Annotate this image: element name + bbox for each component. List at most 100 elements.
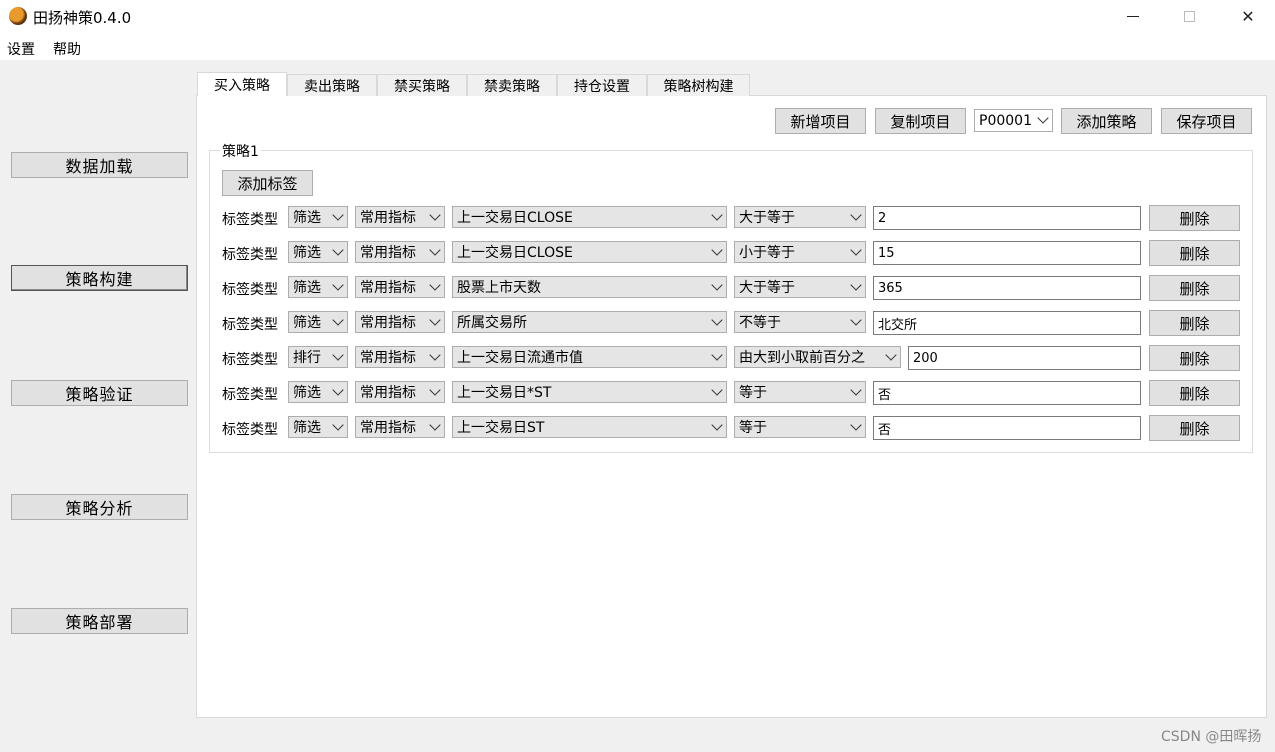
value-input[interactable]: 200 xyxy=(908,346,1141,370)
value-input[interactable]: 15 xyxy=(873,241,1141,265)
operator-value: 等于 xyxy=(739,385,767,401)
tag-type-select[interactable]: 筛选 xyxy=(288,311,348,333)
indicator-category-select[interactable]: 常用指标 xyxy=(355,311,445,333)
indicator-category-select[interactable]: 常用指标 xyxy=(355,276,445,298)
indicator-value: 上一交易日ST xyxy=(457,420,545,436)
indicator-value: 上一交易日*ST xyxy=(457,385,552,401)
value-input[interactable]: 北交所 xyxy=(873,311,1141,335)
indicator-category-value: 常用指标 xyxy=(360,245,416,261)
chevron-down-icon xyxy=(850,419,862,431)
delete-tag-button[interactable]: 删除 xyxy=(1149,310,1240,336)
tab-buy-strategy[interactable]: 买入策略 xyxy=(197,72,287,96)
operator-select[interactable]: 大于等于 xyxy=(734,206,866,228)
operator-select[interactable]: 由大到小取前百分之 xyxy=(734,346,901,368)
indicator-category-select[interactable]: 常用指标 xyxy=(355,346,445,368)
nav-strategy-build-button[interactable]: 策略构建 xyxy=(11,265,188,291)
chevron-down-icon xyxy=(711,419,723,431)
indicator-value: 上一交易日CLOSE xyxy=(457,245,573,261)
delete-tag-button[interactable]: 删除 xyxy=(1149,240,1240,266)
indicator-category-select[interactable]: 常用指标 xyxy=(355,416,445,438)
operator-select[interactable]: 等于 xyxy=(734,416,866,438)
nav-strategy-verify-button[interactable]: 策略验证 xyxy=(11,380,188,406)
chevron-down-icon xyxy=(429,314,441,326)
chevron-down-icon xyxy=(429,384,441,396)
delete-tag-button[interactable]: 删除 xyxy=(1149,275,1240,301)
nav-strategy-analysis-button[interactable]: 策略分析 xyxy=(11,494,188,520)
menu-settings[interactable]: 设置 xyxy=(7,39,35,59)
tag-type-select[interactable]: 排行 xyxy=(288,346,348,368)
tag-type-select[interactable]: 筛选 xyxy=(288,381,348,403)
indicator-value: 上一交易日CLOSE xyxy=(457,210,573,226)
operator-value: 不等于 xyxy=(739,315,781,331)
tab-position-settings[interactable]: 持仓设置 xyxy=(557,74,647,96)
chevron-down-icon xyxy=(332,384,344,396)
nav-strategy-deploy-button[interactable]: 策略部署 xyxy=(11,608,188,634)
operator-value: 由大到小取前百分之 xyxy=(739,350,865,366)
add-tag-button[interactable]: 添加标签 xyxy=(222,170,313,196)
menu-help[interactable]: 帮助 xyxy=(53,39,81,59)
delete-tag-button[interactable]: 删除 xyxy=(1149,380,1240,406)
tag-type-select[interactable]: 筛选 xyxy=(288,276,348,298)
project-select[interactable]: P00001 xyxy=(974,109,1053,132)
tab-no-sell-strategy[interactable]: 禁卖策略 xyxy=(467,74,557,96)
nav-data-load-button[interactable]: 数据加载 xyxy=(11,152,188,178)
chevron-down-icon xyxy=(711,209,723,221)
operator-value: 大于等于 xyxy=(739,210,795,226)
tag-type-select[interactable]: 筛选 xyxy=(288,416,348,438)
menu-bar: 设置 帮助 xyxy=(0,34,1275,60)
value-input[interactable]: 365 xyxy=(873,276,1141,300)
indicator-select[interactable]: 所属交易所 xyxy=(452,311,727,333)
add-strategy-button[interactable]: 添加策略 xyxy=(1061,108,1152,134)
tag-type-label: 标签类型 xyxy=(222,247,278,263)
minimize-button[interactable] xyxy=(1110,0,1156,32)
close-icon: ✕ xyxy=(1241,6,1255,26)
indicator-category-value: 常用指标 xyxy=(360,385,416,401)
delete-tag-button[interactable]: 删除 xyxy=(1149,205,1240,231)
value-input[interactable]: 2 xyxy=(873,206,1141,230)
delete-tag-button[interactable]: 删除 xyxy=(1149,345,1240,371)
save-project-button[interactable]: 保存项目 xyxy=(1161,108,1252,134)
chevron-down-icon xyxy=(711,384,723,396)
tab-sell-strategy[interactable]: 卖出策略 xyxy=(287,74,377,96)
chevron-down-icon xyxy=(850,209,862,221)
indicator-select[interactable]: 上一交易日流通市值 xyxy=(452,346,727,368)
tag-type-label: 标签类型 xyxy=(222,387,278,403)
indicator-select[interactable]: 上一交易日ST xyxy=(452,416,727,438)
chevron-down-icon xyxy=(332,419,344,431)
indicator-category-select[interactable]: 常用指标 xyxy=(355,206,445,228)
chevron-down-icon xyxy=(332,209,344,221)
value-input[interactable]: 否 xyxy=(873,416,1141,440)
indicator-category-value: 常用指标 xyxy=(360,210,416,226)
indicator-category-select[interactable]: 常用指标 xyxy=(355,381,445,403)
operator-select[interactable]: 不等于 xyxy=(734,311,866,333)
minimize-icon xyxy=(1127,15,1139,17)
chevron-down-icon xyxy=(429,279,441,291)
indicator-category-select[interactable]: 常用指标 xyxy=(355,241,445,263)
value-input[interactable]: 否 xyxy=(873,381,1141,405)
tab-no-buy-strategy[interactable]: 禁买策略 xyxy=(377,74,467,96)
operator-select[interactable]: 小于等于 xyxy=(734,241,866,263)
indicator-select[interactable]: 上一交易日CLOSE xyxy=(452,241,727,263)
tab-bar: 买入策略 卖出策略 禁买策略 禁卖策略 持仓设置 策略树构建 xyxy=(197,72,750,96)
copy-project-button[interactable]: 复制项目 xyxy=(875,108,966,134)
indicator-select[interactable]: 上一交易日CLOSE xyxy=(452,206,727,228)
indicator-select[interactable]: 股票上市天数 xyxy=(452,276,727,298)
new-project-button[interactable]: 新增项目 xyxy=(775,108,866,134)
chevron-down-icon xyxy=(850,244,862,256)
chevron-down-icon xyxy=(711,349,723,361)
maximize-icon xyxy=(1183,10,1195,22)
close-button[interactable]: ✕ xyxy=(1225,0,1271,32)
operator-select[interactable]: 大于等于 xyxy=(734,276,866,298)
tab-strategy-tree[interactable]: 策略树构建 xyxy=(647,74,750,96)
tag-type-select[interactable]: 筛选 xyxy=(288,241,348,263)
maximize-button[interactable] xyxy=(1166,0,1212,32)
operator-value: 大于等于 xyxy=(739,280,795,296)
operator-select[interactable]: 等于 xyxy=(734,381,866,403)
chevron-down-icon xyxy=(850,279,862,291)
indicator-select[interactable]: 上一交易日*ST xyxy=(452,381,727,403)
tag-type-value: 筛选 xyxy=(293,245,321,261)
tag-type-select[interactable]: 筛选 xyxy=(288,206,348,228)
delete-tag-button[interactable]: 删除 xyxy=(1149,415,1240,441)
chevron-down-icon xyxy=(711,314,723,326)
strategy-group-title: 策略1 xyxy=(220,141,261,161)
